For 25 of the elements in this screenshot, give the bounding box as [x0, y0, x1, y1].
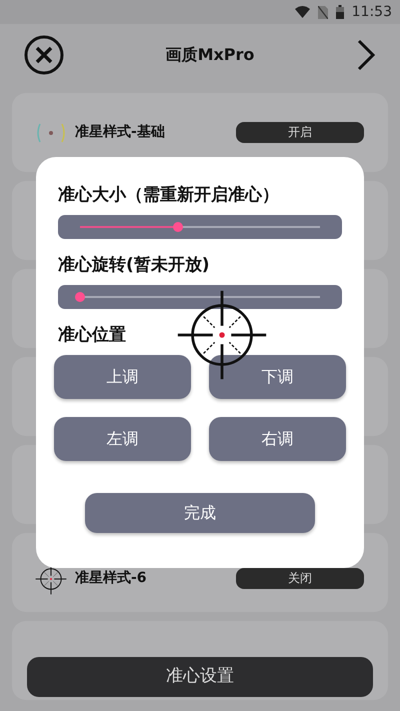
style-name: 准星样式-基础 — [75, 123, 166, 142]
slider-label: 准心旋转(暂未开放) — [58, 254, 211, 277]
chevron-right-icon[interactable] — [356, 39, 376, 71]
position-label: 准心位置 — [58, 324, 127, 347]
adjust-button[interactable]: 下调 — [209, 355, 346, 399]
adjust-button[interactable]: 左调 — [54, 417, 191, 461]
toggle-button[interactable]: 关闭 — [236, 568, 364, 589]
status-time: 11:53 — [352, 2, 392, 22]
close-icon[interactable] — [24, 35, 64, 75]
slider-label: 准心大小（需重新开启准心） — [58, 184, 280, 207]
battery-icon — [336, 5, 344, 19]
wifi-icon — [294, 6, 310, 18]
app-title: 画质MxPro — [166, 44, 254, 66]
slider-track[interactable] — [58, 285, 342, 309]
crosshair-settings-button[interactable]: 准心设置 — [27, 657, 373, 697]
slider-thumb[interactable] — [75, 292, 85, 302]
slider-thumb[interactable] — [173, 222, 184, 232]
adjust-button[interactable]: 上调 — [54, 355, 191, 399]
bracket-dot-icon — [35, 122, 67, 142]
adjust-button[interactable]: 右调 — [209, 417, 346, 461]
no-sim-icon — [318, 6, 328, 18]
toggle-button[interactable]: 开启 — [236, 122, 364, 143]
slider-track[interactable] — [58, 215, 342, 239]
done-button[interactable]: 完成 — [85, 493, 315, 533]
style-name: 准星样式-6 — [75, 569, 148, 588]
